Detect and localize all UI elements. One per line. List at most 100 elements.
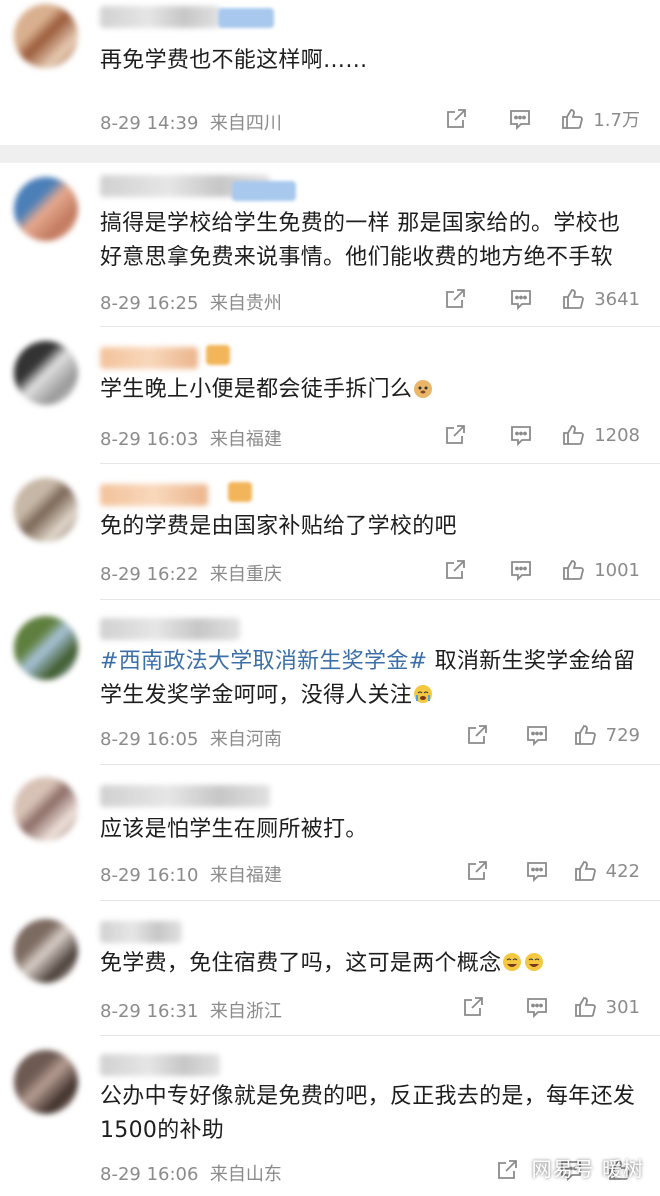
comment-meta: 8-29 16:22 来自重庆: [100, 560, 282, 586]
comment-date: 8-29 14:39: [100, 113, 199, 134]
laughing-emoji-icon: [523, 950, 545, 972]
share-icon[interactable]: [443, 106, 469, 132]
comment-item: 免学费，免住宿费了吗，这可是两个概念 8-29 16:31 来自浙江 301: [0, 901, 660, 1035]
username-blurred[interactable]: [100, 484, 208, 506]
share-icon[interactable]: [442, 286, 468, 312]
comment-location: 来自福建: [209, 865, 282, 886]
comment-text: 再免学费也不能这样啊……: [100, 48, 368, 73]
comment-location: 来自重庆: [209, 564, 282, 585]
reply-comment-icon[interactable]: [507, 106, 533, 132]
comment-actions: 301: [460, 994, 640, 1020]
like-icon[interactable]: [560, 557, 586, 583]
watermark: 网易号 暖树: [531, 1157, 644, 1181]
username-blurred[interactable]: [100, 1054, 220, 1076]
comment-text-body: 免学费，免住宿费了吗，这可是两个概念: [100, 951, 502, 976]
comment-meta: 8-29 14:39 来自四川: [100, 109, 282, 135]
comment-meta: 8-29 16:03 来自福建: [100, 425, 282, 451]
topic-hashtag-link[interactable]: #西南政法大学取消新生奖学金#: [100, 649, 427, 674]
comment-actions: 1.7万: [443, 106, 640, 132]
comment-text: 应该是怕学生在厕所被打。: [100, 817, 368, 842]
comment-actions: 1001: [442, 557, 640, 583]
vip-badge: [232, 181, 296, 201]
share-icon[interactable]: [442, 557, 468, 583]
share-icon[interactable]: [494, 1157, 520, 1183]
comment-date: 8-29 16:03: [100, 429, 199, 450]
like-count: 3641: [594, 288, 640, 310]
comment-text: 公办中专好像就是免费的吧，反正我去的是，每年还发1500的补助: [100, 1084, 636, 1143]
comment-meta: 8-29 16:06 来自山东: [100, 1160, 282, 1186]
comment-location: 来自四川: [209, 113, 282, 134]
member-badge: [228, 482, 252, 502]
comment-text-body: 学生晚上小便是都会徒手拆门么: [100, 377, 413, 402]
avatar[interactable]: [14, 341, 78, 405]
comment-date: 8-29 16:10: [100, 865, 199, 886]
comment-text: 学生晚上小便是都会徒手拆门么: [100, 373, 642, 407]
comment-location: 来自浙江: [209, 1001, 282, 1022]
comment-text: 免的学费是由国家补贴给了学校的吧: [100, 514, 457, 539]
comment-actions: 3641: [442, 286, 640, 312]
like-count: 1.7万: [593, 110, 640, 131]
doge-emoji-icon: [412, 376, 434, 398]
comment-date: 8-29 16:06: [100, 1164, 199, 1185]
reply-comment-icon[interactable]: [524, 722, 550, 748]
avatar[interactable]: [14, 616, 78, 680]
username-blurred[interactable]: [100, 6, 220, 28]
like-count: 301: [605, 996, 640, 1018]
avatar[interactable]: [14, 1050, 78, 1114]
share-icon[interactable]: [460, 994, 486, 1020]
comment-location: 来自贵州: [209, 293, 282, 314]
comment-date: 8-29 16:05: [100, 729, 199, 750]
member-badge: [206, 345, 230, 365]
comment-meta: 8-29 16:25 来自贵州: [100, 289, 282, 315]
comment-actions: 422: [464, 858, 640, 884]
like-icon[interactable]: [560, 286, 586, 312]
comment-item: 再免学费也不能这样啊…… 8-29 14:39 来自四川 1.7万: [0, 0, 660, 145]
comment-text: #西南政法大学取消新生奖学金# 取消新生奖学金给留学生发奖学金呵呵，没得人关注: [100, 645, 642, 713]
comment-location: 来自山东: [209, 1164, 282, 1185]
reply-comment-icon[interactable]: [524, 858, 550, 884]
comment-actions: 729: [464, 722, 640, 748]
username-blurred[interactable]: [100, 618, 240, 640]
comment-item: 学生晚上小便是都会徒手拆门么 8-29 16:03 来自福建 1208: [0, 327, 660, 463]
comment-location: 来自河南: [209, 729, 282, 750]
share-icon[interactable]: [442, 422, 468, 448]
username-blurred[interactable]: [100, 347, 198, 369]
username-blurred[interactable]: [100, 785, 270, 807]
comment-text: 搞得是学校给学生免费的一样 那是国家给的。学校也好意思拿免费来说事情。他们能收费…: [100, 211, 621, 270]
reply-comment-icon[interactable]: [508, 557, 534, 583]
like-icon[interactable]: [572, 994, 598, 1020]
crying-emoji-icon: [412, 682, 434, 704]
avatar[interactable]: [14, 177, 78, 241]
like-count: 1208: [594, 424, 640, 446]
comment-date: 8-29 16:31: [100, 1001, 199, 1022]
avatar[interactable]: [14, 478, 78, 542]
comment-item: 应该是怕学生在厕所被打。 8-29 16:10 来自福建 422: [0, 765, 660, 900]
avatar[interactable]: [14, 777, 78, 841]
like-icon[interactable]: [559, 106, 585, 132]
like-count: 729: [605, 724, 640, 746]
comment-meta: 8-29 16:31 来自浙江: [100, 997, 282, 1023]
comment-text: 免学费，免住宿费了吗，这可是两个概念: [100, 947, 642, 981]
share-icon[interactable]: [464, 858, 490, 884]
comment-item: #西南政法大学取消新生奖学金# 取消新生奖学金给留学生发奖学金呵呵，没得人关注 …: [0, 600, 660, 764]
reply-comment-icon[interactable]: [508, 422, 534, 448]
share-icon[interactable]: [464, 722, 490, 748]
username-blurred[interactable]: [100, 921, 182, 943]
section-divider: [0, 145, 660, 163]
comment-item: 搞得是学校给学生免费的一样 那是国家给的。学校也好意思拿免费来说事情。他们能收费…: [0, 163, 660, 326]
like-count: 422: [605, 860, 640, 882]
vip-badge: [218, 8, 274, 28]
comment-date: 8-29 16:25: [100, 293, 199, 314]
comment-actions: 1208: [442, 422, 640, 448]
like-icon[interactable]: [572, 722, 598, 748]
comment-location: 来自福建: [209, 429, 282, 450]
comment-meta: 8-29 16:10 来自福建: [100, 861, 282, 887]
like-icon[interactable]: [572, 858, 598, 884]
comment-item: 免的学费是由国家补贴给了学校的吧 8-29 16:22 来自重庆 1001: [0, 464, 660, 599]
reply-comment-icon[interactable]: [508, 286, 534, 312]
like-icon[interactable]: [560, 422, 586, 448]
avatar[interactable]: [14, 4, 78, 68]
comment-date: 8-29 16:22: [100, 564, 199, 585]
reply-comment-icon[interactable]: [524, 994, 550, 1020]
avatar[interactable]: [14, 919, 78, 983]
